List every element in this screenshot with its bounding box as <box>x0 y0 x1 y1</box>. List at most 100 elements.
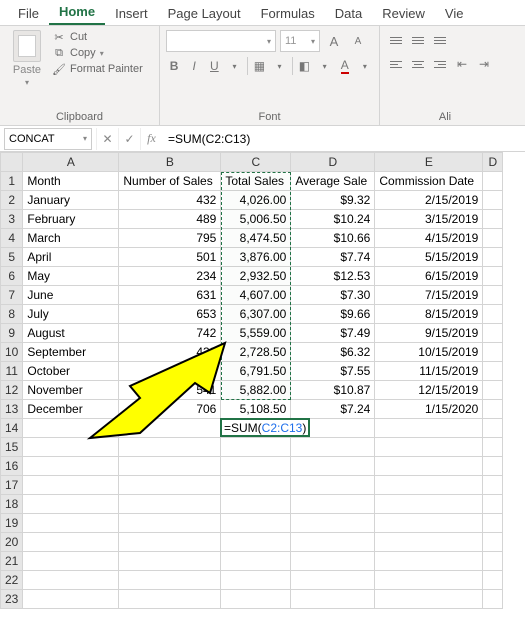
cell[interactable]: 12/15/2019 <box>375 381 483 400</box>
row-header[interactable]: 6 <box>1 267 23 286</box>
tab-view[interactable]: Vie <box>435 2 474 25</box>
cell[interactable] <box>375 419 483 438</box>
align-middle-button[interactable] <box>408 30 428 50</box>
cell[interactable] <box>221 590 291 609</box>
insert-function-button[interactable]: fx <box>140 128 162 150</box>
cell[interactable]: $7.24 <box>291 400 375 419</box>
cell[interactable] <box>23 533 119 552</box>
row-header[interactable]: 14 <box>1 419 23 438</box>
cell[interactable] <box>119 514 221 533</box>
cell[interactable] <box>119 438 221 457</box>
cell[interactable] <box>375 514 483 533</box>
cell[interactable] <box>483 305 503 324</box>
cell[interactable] <box>23 419 119 438</box>
cell[interactable] <box>291 438 375 457</box>
col-header[interactable]: D <box>483 153 503 172</box>
cell[interactable]: 432 <box>119 343 221 362</box>
row-header[interactable]: 12 <box>1 381 23 400</box>
cell[interactable] <box>221 495 291 514</box>
cell[interactable] <box>291 419 375 438</box>
cell[interactable] <box>23 552 119 571</box>
increase-indent-button[interactable]: ⇥ <box>474 54 494 74</box>
tab-data[interactable]: Data <box>325 2 372 25</box>
row-header[interactable]: 21 <box>1 552 23 571</box>
cell[interactable] <box>23 571 119 590</box>
cell[interactable]: September <box>23 343 119 362</box>
cell[interactable] <box>483 286 503 305</box>
cell[interactable] <box>483 324 503 343</box>
format-painter-button[interactable]: 🖌 Format Painter <box>52 62 143 76</box>
cell[interactable] <box>119 457 221 476</box>
cell[interactable] <box>23 590 119 609</box>
cell[interactable]: October <box>23 362 119 381</box>
tab-review[interactable]: Review <box>372 2 435 25</box>
fill-color-button[interactable]: ◧ <box>296 56 312 76</box>
row-header[interactable]: 5 <box>1 248 23 267</box>
tab-page-layout[interactable]: Page Layout <box>158 2 251 25</box>
align-center-button[interactable] <box>408 54 428 74</box>
align-bottom-button[interactable] <box>430 30 450 50</box>
cell[interactable] <box>221 514 291 533</box>
cell[interactable] <box>291 590 375 609</box>
cell[interactable]: 11/15/2019 <box>375 362 483 381</box>
cell[interactable] <box>119 495 221 514</box>
cell[interactable] <box>375 590 483 609</box>
cell[interactable]: 5/15/2019 <box>375 248 483 267</box>
cell[interactable] <box>221 476 291 495</box>
cell[interactable]: $10.66 <box>291 229 375 248</box>
cell[interactable]: 4,026.00 <box>221 191 291 210</box>
cell[interactable]: 1/15/2020 <box>375 400 483 419</box>
cell[interactable] <box>483 533 503 552</box>
cell[interactable]: $7.30 <box>291 286 375 305</box>
cell[interactable] <box>483 514 503 533</box>
row-header[interactable]: 23 <box>1 590 23 609</box>
formula-input[interactable] <box>162 128 525 150</box>
cell[interactable] <box>119 533 221 552</box>
cell[interactable]: Month <box>23 172 119 191</box>
cell[interactable]: $7.74 <box>291 248 375 267</box>
cell[interactable] <box>23 438 119 457</box>
cell[interactable] <box>221 533 291 552</box>
cell[interactable] <box>291 476 375 495</box>
cell[interactable] <box>483 267 503 286</box>
cell[interactable]: 2,728.50 <box>221 343 291 362</box>
cell[interactable]: 7/15/2019 <box>375 286 483 305</box>
align-right-button[interactable] <box>430 54 450 74</box>
cell[interactable] <box>483 495 503 514</box>
cell[interactable] <box>23 476 119 495</box>
cell[interactable] <box>483 590 503 609</box>
cell[interactable]: 5,559.00 <box>221 324 291 343</box>
underline-button[interactable]: U <box>206 56 222 76</box>
row-header[interactable]: 17 <box>1 476 23 495</box>
row-header[interactable]: 9 <box>1 324 23 343</box>
cell[interactable] <box>375 571 483 590</box>
borders-button[interactable]: ▦ <box>251 56 267 76</box>
row-header[interactable]: 20 <box>1 533 23 552</box>
decrease-font-button[interactable]: A <box>348 31 368 51</box>
cell[interactable] <box>375 533 483 552</box>
cell[interactable] <box>119 590 221 609</box>
row-header[interactable]: 3 <box>1 210 23 229</box>
tab-home[interactable]: Home <box>49 0 105 25</box>
cell[interactable]: $10.24 <box>291 210 375 229</box>
cell[interactable]: November <box>23 381 119 400</box>
row-header[interactable]: 18 <box>1 495 23 514</box>
row-header[interactable]: 4 <box>1 229 23 248</box>
row-header[interactable]: 10 <box>1 343 23 362</box>
cell[interactable]: 8/15/2019 <box>375 305 483 324</box>
cell[interactable] <box>375 476 483 495</box>
cell[interactable] <box>483 400 503 419</box>
cell[interactable]: 631 <box>119 286 221 305</box>
cell[interactable]: 2,932.50 <box>221 267 291 286</box>
paste-button[interactable]: Paste ▾ <box>6 30 48 87</box>
cell[interactable] <box>23 457 119 476</box>
enter-button[interactable]: ✓ <box>118 128 140 150</box>
cell[interactable]: 6/15/2019 <box>375 267 483 286</box>
cell[interactable]: 795 <box>119 229 221 248</box>
cell[interactable] <box>291 552 375 571</box>
row-header[interactable]: 8 <box>1 305 23 324</box>
cell[interactable]: 489 <box>119 210 221 229</box>
cell[interactable]: 234 <box>119 267 221 286</box>
cell[interactable]: 2/15/2019 <box>375 191 483 210</box>
chevron-down-icon[interactable]: ▾ <box>271 56 287 76</box>
